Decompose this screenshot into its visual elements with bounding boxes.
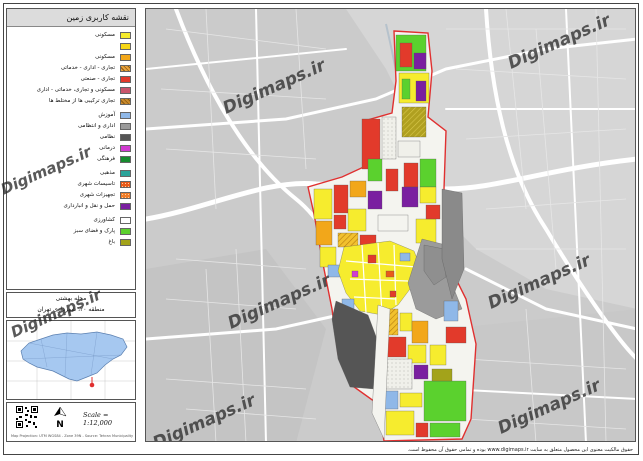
legend-swatch xyxy=(120,87,131,94)
map-info-footer: N Scale = 1:12,000 Map Projection: UTM W… xyxy=(6,402,136,442)
legend-swatch xyxy=(120,54,131,61)
legend-label: مذهبی xyxy=(100,170,115,176)
legend-label: مسکونی و تجاری، خدماتی - اداری xyxy=(36,87,115,93)
legend-item: نظامی xyxy=(7,133,135,142)
legend-swatch xyxy=(120,170,131,177)
legend-item: تجاری ترکیبی ها از مختلط ها xyxy=(7,97,135,106)
legend-item: باغ xyxy=(7,238,135,247)
legend-label: کشاورزی xyxy=(93,217,115,223)
legend-swatch xyxy=(120,145,131,152)
legend-label: حمل و نقل و انبارداری xyxy=(63,203,115,209)
legend-item: اداری و انتظامی xyxy=(7,122,135,131)
north-arrow-icon: N xyxy=(54,406,67,430)
legend-swatch xyxy=(120,32,131,39)
qr-code-icon xyxy=(15,405,39,429)
legend-label: تاسیسات شهری xyxy=(77,181,115,187)
legend-label: پارک و فضای سبز xyxy=(73,228,115,234)
legend-swatch xyxy=(120,181,131,188)
legend-label: مسکونی xyxy=(95,32,115,38)
legend-swatch xyxy=(120,239,131,246)
legend-swatch xyxy=(120,98,131,105)
legend-item: تجهیزات شهری xyxy=(7,191,135,200)
legend-label: آموزش xyxy=(98,112,115,118)
legend-item: کشاورزی xyxy=(7,216,135,225)
legend-label: تجهیزات شهری xyxy=(79,192,115,198)
legend-swatch xyxy=(120,112,131,119)
scale-text: Scale = 1:12,000 xyxy=(83,411,113,427)
location-marker xyxy=(89,382,95,388)
legend-swatch xyxy=(120,65,131,72)
legend-label: فرهنگی xyxy=(97,156,115,162)
copyright-note: حقوق مالکیت معنوی این محصول متعلق به سای… xyxy=(407,447,633,453)
legend-item: مسکونی xyxy=(7,53,135,62)
legend-swatch xyxy=(120,192,131,199)
legend-swatch xyxy=(120,217,131,224)
north-label: N xyxy=(56,420,64,430)
legend-item: حمل و نقل و انبارداری xyxy=(7,202,135,211)
legend-item xyxy=(7,42,135,51)
map-credit: Map Projection: UTM WGS84 - Zone 39N - S… xyxy=(11,434,134,438)
legend-list: مسکونی مسکونی تجاری - اداری - خدماتی تجاری … xyxy=(7,31,135,249)
legend-item: تجاری - اداری - خدماتی xyxy=(7,64,135,73)
legend-swatch xyxy=(120,134,131,141)
legend-item: تجاری - صنعتی xyxy=(7,75,135,84)
legend-label: درمانی xyxy=(99,145,115,151)
legend-label: مسکونی xyxy=(95,54,115,60)
legend-item: مسکونی و تجاری، خدماتی - اداری xyxy=(7,86,135,95)
legend-label: تجاری - صنعتی xyxy=(80,76,115,82)
legend-item: مسکونی xyxy=(7,31,135,40)
legend-swatch xyxy=(120,228,131,235)
legend-item: پارک و فضای سبز xyxy=(7,227,135,236)
main-map: Digimaps.ir Digimaps.ir Digimaps.ir Digi… xyxy=(145,8,636,442)
legend-swatch xyxy=(120,43,131,50)
main-map-svg: Digimaps.ir Digimaps.ir Digimaps.ir Digi… xyxy=(146,9,635,441)
legend-swatch xyxy=(120,123,131,130)
legend-swatch xyxy=(120,156,131,163)
legend-label: تجاری - اداری - خدماتی xyxy=(60,65,115,71)
legend-swatch xyxy=(120,76,131,83)
legend-label: اداری و انتظامی xyxy=(77,123,115,129)
legend-swatch xyxy=(120,203,131,210)
legend-item: آموزش xyxy=(7,111,135,120)
legend-title: نقشه کاربری زمین xyxy=(7,9,135,27)
legend-label: تجاری ترکیبی ها از مختلط ها xyxy=(48,98,115,104)
legend-label: باغ xyxy=(108,239,116,245)
legend-label: نظامی xyxy=(99,134,115,140)
